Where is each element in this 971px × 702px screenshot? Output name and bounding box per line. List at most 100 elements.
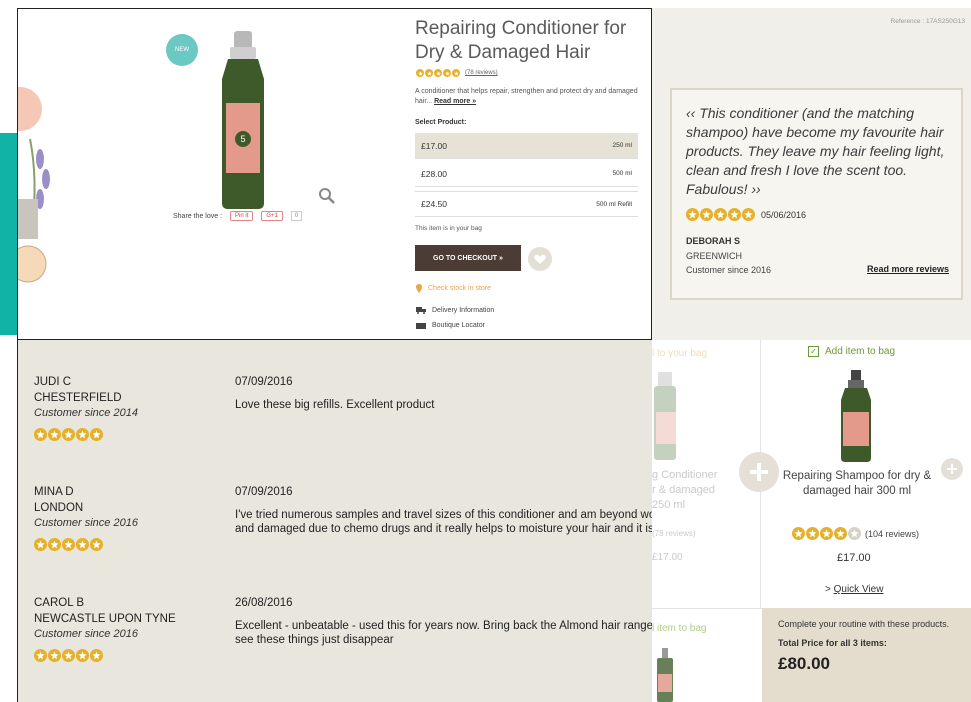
star-icon: [48, 428, 61, 441]
option-250ml[interactable]: £17.00 250 ml: [415, 133, 638, 159]
star-icon: [90, 428, 103, 441]
option-size: 500 ml: [612, 170, 632, 177]
review-name: MINA D: [34, 486, 74, 498]
star-icon: [820, 527, 833, 540]
star-icon: [62, 649, 75, 662]
zoom-icon[interactable]: [318, 187, 336, 205]
svg-text:5: 5: [240, 134, 245, 144]
review-date: 07/09/2016: [235, 486, 293, 498]
star-icon: [90, 538, 103, 551]
product-stars: [416, 69, 460, 77]
teal-side-strip: [0, 133, 17, 335]
review-text: Love these big refills. Excellent produc…: [235, 399, 435, 411]
review-item: CAROL B NEWCASTLE UPON TYNE Customer sin…: [34, 597, 652, 665]
star-icon: [34, 538, 47, 551]
add-to-bag-link-faded[interactable]: l to your bag: [652, 348, 707, 359]
checkbox-checked-icon[interactable]: ✓: [808, 346, 819, 357]
botanical-illustration: [18, 87, 50, 283]
star-icon: [443, 69, 451, 77]
product-bottle-image: 5: [222, 31, 264, 209]
check-stock-link[interactable]: Check stock in store: [416, 284, 491, 293]
review-name: JUDI C: [34, 376, 72, 388]
featured-review-text: ‹‹ This conditioner (and the matching sh…: [686, 105, 945, 197]
checkout-button[interactable]: GO TO CHECKOUT »: [415, 245, 521, 271]
add-to-bag-link-faded[interactable]: l item to bag: [652, 623, 706, 634]
star-icon: [848, 527, 861, 540]
plus-icon: [739, 452, 779, 492]
bundle-total-price: £80.00: [778, 654, 830, 673]
featured-review-stars: [686, 208, 755, 221]
select-product-label: Select Product:: [415, 119, 467, 126]
share-count: 0: [290, 211, 303, 221]
share-bar: Share the love : Pin it G+1 0: [173, 211, 303, 221]
review-date: 26/08/2016: [235, 597, 293, 609]
product-reference: Reference : 17AS250G13: [890, 18, 965, 25]
star-icon: [425, 69, 433, 77]
location-pin-icon: [416, 284, 422, 293]
boutique-locator-link[interactable]: Boutique Locator: [416, 322, 485, 329]
add-item-to-bag[interactable]: ✓ Add item to bag: [808, 346, 895, 357]
star-icon: [48, 538, 61, 551]
star-icon: [34, 428, 47, 441]
bundle-total-label: Total Price for all 3 items:: [778, 638, 887, 648]
star-icon: [834, 527, 847, 540]
option-price: £28.00: [421, 168, 447, 179]
reviews-link[interactable]: (78 reviews): [465, 70, 498, 76]
read-more-reviews-link[interactable]: Read more reviews: [867, 264, 949, 274]
option-500ml-refill[interactable]: £24.50 500 ml Refill: [415, 191, 638, 217]
star-icon: [728, 208, 741, 221]
reviewer-city: GREENWICH: [686, 251, 742, 261]
reviewer-name: DEBORAH S: [686, 236, 741, 246]
star-icon: [792, 527, 805, 540]
shampoo-rating: (104 reviews): [792, 527, 919, 540]
shampoo-title[interactable]: Repairing Shampoo for dry & damaged hair…: [782, 469, 932, 499]
shampoo-thumb-image: [841, 370, 871, 462]
review-item: JUDI C CHESTERFIELD Customer since 2014 …: [34, 376, 652, 444]
shampoo-reviews[interactable]: (104 reviews): [865, 529, 919, 539]
star-icon: [90, 649, 103, 662]
option-size: 250 ml: [612, 142, 632, 149]
google-plus-button[interactable]: G+1: [261, 211, 283, 221]
heart-icon: [534, 254, 546, 264]
featured-review-panel: Reference : 17AS250G13 ‹‹ This condition…: [652, 8, 971, 340]
product-description: A conditioner that helps repair, strengt…: [415, 88, 638, 105]
review-stars: [34, 428, 103, 441]
bundle-note: Complete your routine with these product…: [778, 619, 950, 629]
option-price: £17.00: [421, 140, 447, 151]
review-stars: [34, 538, 103, 551]
star-icon: [452, 69, 460, 77]
store-icon: [416, 323, 426, 329]
star-icon: [434, 69, 442, 77]
quick-view-link[interactable]: > Quick View: [825, 584, 883, 595]
product-title: Repairing Conditioner for Dry & Damaged …: [415, 18, 627, 63]
shampoo-price: £17.00: [837, 552, 871, 564]
featured-review-date: 05/06/2016: [761, 209, 807, 220]
conditioner-price-faded: £17.00: [652, 552, 683, 563]
star-icon: [62, 428, 75, 441]
wishlist-button[interactable]: [528, 247, 552, 271]
bundle-total-box: Complete your routine with these product…: [762, 608, 971, 702]
review-text: I've tried numerous samples and travel s…: [235, 509, 652, 535]
star-icon: [62, 538, 75, 551]
star-icon: [714, 208, 727, 221]
truck-icon: [416, 307, 426, 314]
review-stars: [34, 649, 103, 662]
star-icon: [742, 208, 755, 221]
reviews-list-panel: JUDI C CHESTERFIELD Customer since 2014 …: [17, 340, 652, 702]
product-rating: (78 reviews): [416, 69, 498, 77]
star-icon: [416, 69, 424, 77]
plus-icon: [941, 458, 963, 480]
option-500ml[interactable]: £28.00 500 ml: [415, 161, 638, 187]
option-size: 500 ml Refill: [596, 200, 632, 208]
review-text: Excellent - unbeatable - used this for y…: [235, 620, 652, 646]
pinterest-button[interactable]: Pin it: [230, 211, 254, 221]
featured-review-box: ‹‹ This conditioner (and the matching sh…: [670, 88, 963, 300]
reviewer-since: Customer since 2016: [686, 265, 772, 275]
product-panel: NEW 5 Share the love : Pin it G+1 0 Repa…: [17, 8, 652, 340]
third-product-thumb-image: [657, 648, 673, 702]
read-more-link[interactable]: Read more »: [434, 98, 476, 105]
star-icon: [686, 208, 699, 221]
in-bag-notice: This item is in your bag: [415, 225, 482, 232]
delivery-info-link[interactable]: Delivery Information: [416, 307, 494, 314]
new-badge: NEW: [166, 34, 198, 66]
